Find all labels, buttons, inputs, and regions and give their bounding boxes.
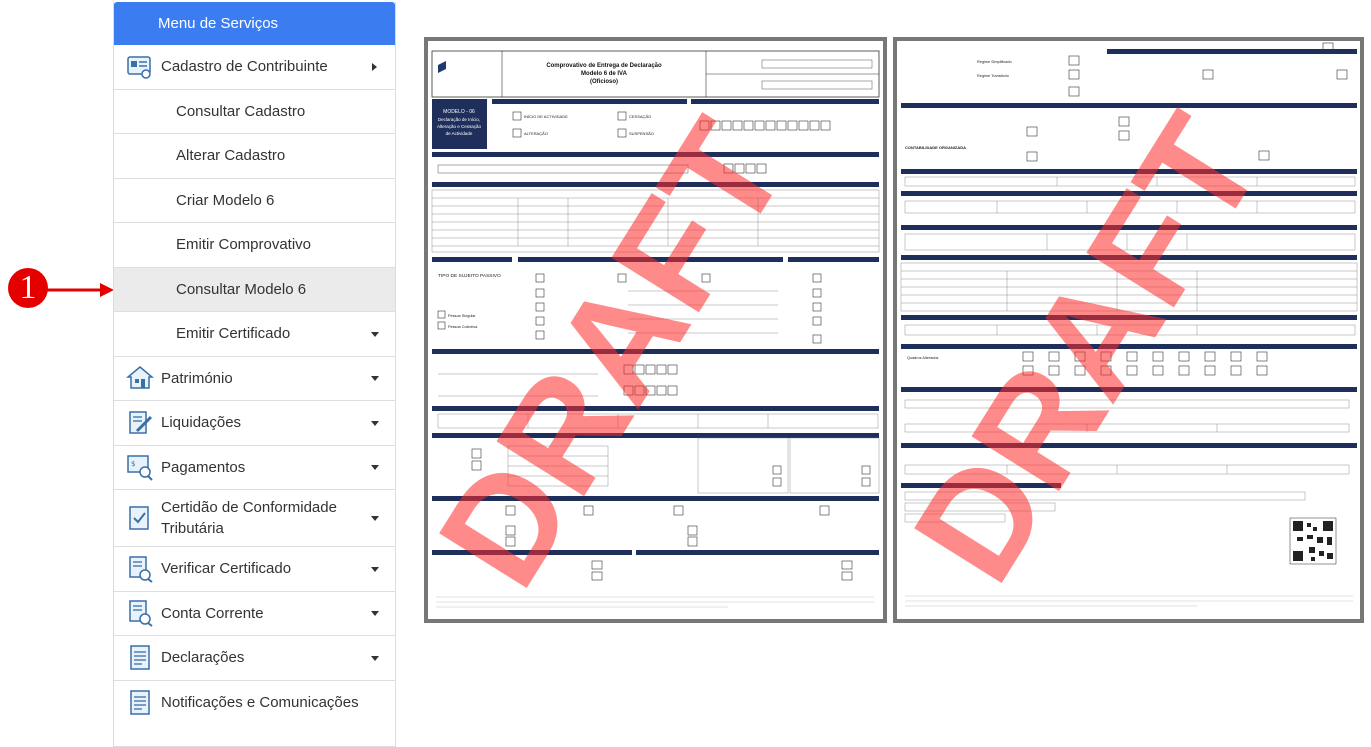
form-page-1: Comprovativo de Entrega de Declaração Mo… [428,50,880,613]
label-pessoa-colectiva: Pessoa Colectiva [448,325,478,329]
chevron-right-icon [372,62,377,71]
modelo-subtitle-3: de Actividade [446,131,473,136]
sidebar-item-label: Emitir Comprovativo [176,236,312,254]
modelo-subtitle-2: Alteração e Cessação [437,124,482,129]
modelo-title: MODELO - 06 [443,109,475,115]
sidebar-item-declaracoes[interactable]: Declarações [114,636,395,681]
chevron-down-icon [371,376,379,382]
doc-title-line1: Comprovativo de Entrega de Declaração [546,63,662,69]
label-regime-simplificado: Regime Simplificado [977,60,1012,64]
sidebar-item-cadastro-contribuinte[interactable]: Cadastro de Contribuinte [114,45,395,90]
document-preview-page-2: Regime Simplificado Regime Transitório C… [893,37,1364,623]
sidebar-subitem-emitir-comprovativo[interactable]: Emitir Comprovativo [114,223,395,268]
account-book-icon [129,600,153,628]
menu-header: Menu de Serviços [114,2,395,45]
sidebar-item-label: Consultar Modelo 6 [176,280,307,298]
label-regime-transitorio: Regime Transitório [977,74,1009,78]
sidebar-subitem-criar-modelo-6[interactable]: Criar Modelo 6 [114,179,395,223]
sidebar-subitem-consultar-modelo-6[interactable]: Consultar Modelo 6 [114,267,395,312]
document-pencil-icon [129,411,153,434]
chevron-down-icon [371,420,379,426]
modelo-subtitle-1: Declaração de Início, [438,117,480,122]
chevron-down-icon [371,611,379,617]
label-inicio: INÍCIO DE ACTIVIDADE [524,114,568,119]
screen-root: 1 Menu de Serviços Cadastro de Contribui… [0,0,1371,747]
sidebar-item-verificar-certificado[interactable]: Verificar Certificado [114,547,395,592]
sidebar-item-label: Património [161,369,233,387]
chevron-down-icon [371,331,379,337]
sidebar-item-label: Pagamentos [161,458,246,476]
label-contabilidade: CONTABILIDADE ORGANIZADA [905,145,966,150]
sidebar-item-label: Alterar Cadastro [176,147,286,165]
sidebar-subitem-consultar-cadastro[interactable]: Consultar Cadastro [114,90,395,134]
sidebar-item-pagamentos[interactable]: $ Pagamentos [114,446,395,490]
label-tipo-sujeito: TIPO DE SUJEITO PASSIVO [438,273,501,279]
services-sidebar: Menu de Serviços Cadastro de Contribuint… [113,2,396,747]
form-page-2: Regime Simplificado Regime Transitório C… [897,42,1358,608]
sidebar-subitem-emitir-certificado[interactable]: Emitir Certificado [114,312,395,357]
checkbox-document-icon [129,506,149,530]
label-cessacao: CESSAÇÃO [629,114,651,119]
payment-search-icon: $ [127,455,153,481]
sidebar-item-label: Consultar Cadastro [176,102,306,120]
document-list-icon [130,645,150,670]
sidebar-item-notificacoes[interactable]: Notificações e Comunicações [114,681,395,726]
sidebar-item-label: Emitir Certificado [176,325,291,343]
step-number-badge: 1 [8,268,48,308]
sidebar-item-label: Verificar Certificado [161,560,292,578]
sidebar-item-label: Cadastro de Contribuinte [161,58,328,76]
label-alteracao: ALTERAÇÃO [524,131,548,136]
logo-icon [438,61,446,73]
chevron-down-icon [371,516,379,521]
chevron-down-icon [371,655,379,661]
label-pessoa-singular: Pessoa Singular [448,314,476,318]
sidebar-item-label: Declarações [161,649,245,667]
sidebar-item-certidao-conformidade[interactable]: Certidão de Conformidade Tributária [114,490,395,547]
doc-title-line3: (Oficioso) [590,79,618,85]
document-preview-page-1: Comprovativo de Entrega de Declaração Mo… [424,37,887,623]
sidebar-item-label: Liquidações [161,414,242,432]
label-quadros-alterados: Quadros Alterados [907,356,939,360]
house-icon [126,366,154,389]
certificate-search-icon [129,556,153,583]
sidebar-item-conta-corrente[interactable]: Conta Corrente [114,592,395,636]
qr-code [1289,517,1337,565]
id-card-icon [127,56,151,79]
chevron-down-icon [371,465,379,471]
sidebar-item-label: Criar Modelo 6 [176,191,275,209]
sidebar-item-liquidacoes[interactable]: Liquidações [114,401,395,446]
sidebar-item-label: Conta Corrente [161,604,264,622]
doc-title-line2: Modelo 6 de IVA [581,71,628,77]
chevron-down-icon [371,566,379,572]
document-list-icon [130,690,150,715]
sidebar-item-patrimonio[interactable]: Património [114,357,395,401]
sidebar-item-label: Certidão de Conformidade Tributária [161,499,337,537]
svg-text:$: $ [131,460,135,468]
callout-arrow-icon [46,283,114,297]
sidebar-subitem-alterar-cadastro[interactable]: Alterar Cadastro [114,134,395,179]
sidebar-item-label: Notificações e Comunicações [161,694,359,712]
